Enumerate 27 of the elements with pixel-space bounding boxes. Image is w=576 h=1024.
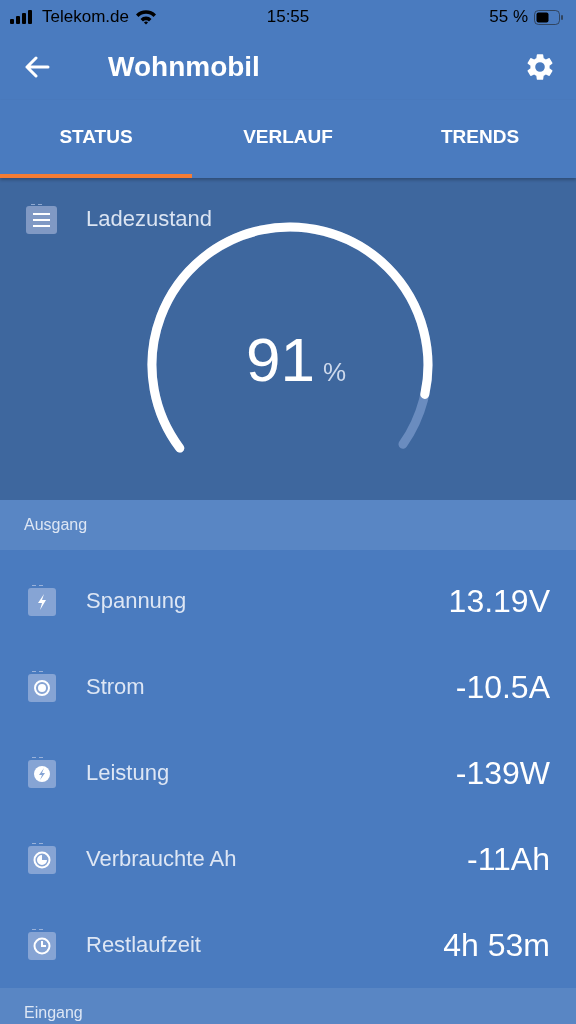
reading-value: -139W: [455, 754, 550, 792]
carrier-name: Telekom.de: [42, 7, 129, 27]
reading-label: Strom: [86, 674, 146, 700]
clock-icon: [27, 929, 57, 961]
wifi-icon: [134, 9, 157, 25]
reading-value: -11Ah: [467, 840, 550, 878]
reading-value: -10.5A: [455, 668, 550, 706]
reading-label: Verbrauchte Ah: [86, 846, 238, 872]
battery-icon: [534, 9, 564, 25]
menu-lines-icon: [26, 204, 58, 234]
section-header: Ausgang: [24, 516, 88, 534]
battery-percent: 55 %: [489, 7, 528, 27]
gauge-label: Ladezustand: [86, 206, 212, 232]
gauge-unit: %: [322, 357, 347, 388]
tab[interactable]: VERLAUF: [192, 100, 384, 178]
clock-time: 15:55: [266, 7, 310, 27]
reading-label: Leistung: [86, 760, 171, 786]
gauge-value: 91: [245, 324, 315, 395]
reading-value: 4h 53m: [443, 926, 550, 964]
section-header: Eingang: [24, 1004, 83, 1022]
bolt-icon: [27, 585, 57, 617]
reading-value: 13.19V: [448, 582, 550, 620]
tab[interactable]: TRENDS: [384, 100, 576, 178]
reading-label: Restlaufzeit: [86, 932, 202, 958]
reading-label: Spannung: [86, 588, 188, 614]
target-icon: [27, 671, 57, 703]
page-title: Wohnmobil: [108, 51, 261, 83]
